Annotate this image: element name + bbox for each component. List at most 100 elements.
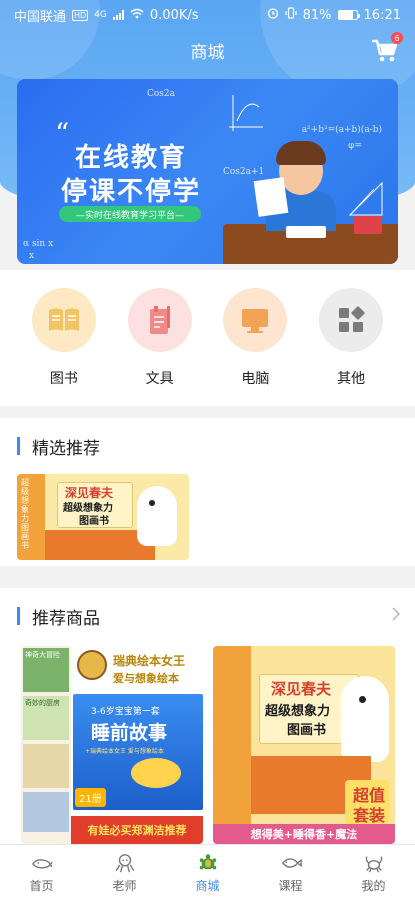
book-spine-text: 超级想象力图画书 — [21, 478, 29, 550]
tab-label: 我的 — [361, 878, 386, 893]
featured-book-card[interactable]: 超级想象力图画书 深见春夫 超级想象力 图画书 — [17, 474, 189, 560]
thumb-book-title: 奇妙的厨房 — [25, 699, 60, 707]
tab-home[interactable]: 首页 — [0, 845, 83, 900]
boy-hair-illustration — [276, 141, 326, 165]
tab-label: 老师 — [112, 878, 137, 893]
banner-quote: “ — [55, 117, 70, 150]
section-header: 精选推荐 — [0, 418, 415, 474]
category-label: 文具 — [145, 371, 174, 387]
tab-label: 首页 — [29, 878, 54, 893]
hd-badge: HD — [72, 9, 89, 21]
battery-percent: 81% — [302, 7, 332, 23]
section-header: 推荐商品 — [0, 588, 415, 644]
book-cover-line-3: 图画书 — [79, 516, 109, 527]
product-bottom-text: 有娃必买郑渊洁推荐 — [87, 824, 187, 837]
wifi-icon — [130, 8, 144, 23]
stationery-icon — [149, 306, 170, 334]
thumb-book-title: 神奇大冒险 — [25, 651, 60, 659]
banner-formula: φ= — [348, 141, 362, 151]
promo-banner[interactable]: Cos2a a²+b²=(a+b)(a-b) φ= Cos2a+1 α sin … — [17, 79, 398, 264]
alarm-icon — [267, 7, 279, 23]
triangle-graphic — [348, 181, 383, 216]
product-card[interactable]: 神奇大冒险 奇妙的厨房 瑞典绘本女王 爱与想象绘本 3-6岁宝宝第一套 睡前故事… — [21, 646, 203, 844]
product-card[interactable]: 深见春夫 超级想象力 图画书 超值 套装 想得美+睡得香+魔法 — [213, 646, 395, 844]
category-other[interactable]: 其他 — [311, 270, 391, 406]
category-label: 图书 — [49, 371, 78, 387]
category-computers[interactable]: 电脑 — [215, 270, 295, 406]
product-count-badge: 21册 — [75, 788, 106, 807]
tab-mall[interactable]: 商城 — [166, 845, 249, 900]
chevron-right-icon[interactable] — [391, 606, 401, 627]
product-box-title: 睡前故事 — [91, 722, 168, 744]
category-circle — [319, 288, 384, 352]
book-spine — [213, 646, 251, 824]
carrier-label: 中国联通 — [14, 9, 67, 25]
cart-button[interactable]: 6 — [371, 32, 403, 64]
section-accent-bar — [17, 437, 20, 455]
product-tag-line-2: 套装 — [352, 806, 385, 825]
section-title: 推荐商品 — [32, 608, 100, 629]
banner-tagline: —实时在线教育学习平台— — [59, 206, 201, 222]
category-label: 其他 — [337, 371, 366, 387]
ghost-illustration — [137, 486, 177, 546]
product-top-line-1: 瑞典绘本女王 — [113, 654, 186, 668]
tab-label: 商城 — [195, 878, 220, 893]
banner-headline-2: 停课不停学 — [61, 177, 202, 207]
product-bottom-text: 想得美+睡得香+魔法 — [250, 828, 358, 841]
page-title: 商城 — [0, 32, 415, 68]
banner-formula: Cos2a — [147, 89, 176, 99]
featured-section: 精选推荐 超级想象力图画书 深见春夫 超级想象力 图画书 — [0, 418, 415, 566]
category-label: 电脑 — [241, 371, 270, 387]
paper-illustration — [253, 177, 289, 217]
book-stack-illustration — [354, 216, 382, 234]
banner-headline-1: 在线教育 — [75, 143, 188, 173]
category-circle — [127, 288, 192, 352]
crab-icon — [365, 855, 382, 872]
banner-formula: Cos2a+1 — [223, 167, 265, 177]
banner-formula: α sin x — [23, 239, 54, 249]
octopus-icon — [114, 853, 135, 872]
category-row: 图书 文具 电脑 其他 — [0, 270, 415, 406]
recommended-section: 推荐商品 神奇大冒险 奇妙的厨房 瑞典绘本女王 爱与想象绘本 3-6岁宝宝第一套… — [0, 588, 415, 844]
status-bar: 中国联通 HD 4G 0.00K/s 81% 16:21 — [0, 0, 415, 30]
tab-courses[interactable]: 课程 — [249, 845, 332, 900]
section-accent-bar — [17, 607, 20, 625]
cart-badge: 6 — [391, 32, 403, 44]
clock: 16:21 — [363, 7, 401, 23]
product-top-line-2: 爱与想象绘本 — [113, 672, 179, 685]
battery-icon — [337, 10, 360, 20]
author-avatar — [77, 650, 107, 680]
tab-teacher[interactable]: 老师 — [83, 845, 166, 900]
moon-illustration — [131, 758, 181, 788]
tab-mine[interactable]: 我的 — [332, 845, 415, 900]
book-cover-line-2: 超级想象力 — [265, 704, 331, 719]
category-stationery[interactable]: 文具 — [120, 270, 200, 406]
thumb-book — [23, 744, 69, 788]
section-title: 精选推荐 — [32, 438, 100, 459]
net-speed: 0.00K/s — [149, 7, 199, 23]
ghost-eye — [359, 696, 366, 703]
thumb-book — [23, 792, 69, 832]
other-grid-icon — [339, 306, 365, 332]
turtle-icon — [199, 853, 216, 869]
category-circle — [31, 288, 96, 352]
book-cover-line-1: 深见春夫 — [271, 680, 332, 698]
product-box-subtitle: +瑞典绘本女王 爱与想象绘本 — [85, 748, 164, 755]
network-label: 4G — [94, 10, 107, 20]
banner-formula: a²+b²=(a+b)(a-b) — [301, 125, 382, 135]
tab-label: 课程 — [278, 878, 303, 893]
ghost-illustration — [341, 676, 389, 762]
book-icon — [48, 308, 79, 331]
product-box-top: 3-6岁宝宝第一套 — [91, 707, 160, 717]
open-book-illustration — [286, 226, 326, 238]
whale-icon — [31, 858, 53, 868]
category-books[interactable]: 图书 — [24, 270, 104, 406]
ghost-eye — [149, 500, 155, 506]
fish-icon — [281, 857, 302, 868]
signal-icon — [112, 10, 124, 20]
bottom-tab-bar: 首页 老师 商城 课程 我的 — [0, 844, 415, 900]
page-title-text: 商城 — [190, 42, 225, 63]
banner-formula: x — [29, 251, 35, 261]
axis-graphic — [229, 95, 263, 131]
computer-icon — [242, 309, 269, 333]
